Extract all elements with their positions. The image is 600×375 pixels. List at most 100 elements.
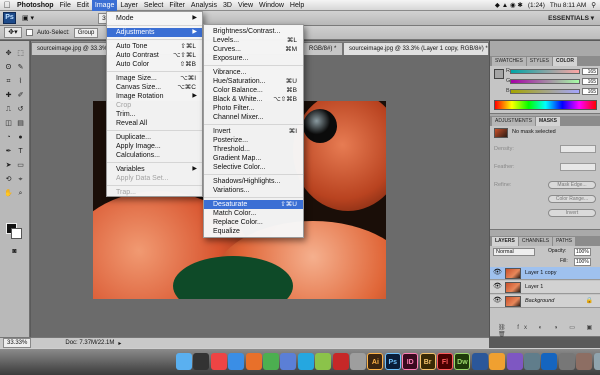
adjustments-item-equalize[interactable]: Equalize — [204, 227, 303, 236]
image-menu-item-canvas-size[interactable]: Canvas Size... ⌥⌘C — [107, 83, 202, 92]
status-zoom[interactable]: 33.33% — [3, 338, 32, 348]
image-menu-item-adjustments[interactable]: Adjustments ▶ — [107, 28, 202, 37]
adjustments-item-gradient-map[interactable]: Gradient Map... — [204, 154, 303, 163]
image-menu-item-mode[interactable]: Mode ▶ — [107, 14, 202, 23]
image-menu-item-apply-image[interactable]: Apply Image... — [107, 142, 202, 151]
adjustments-item-variations[interactable]: Variations... — [204, 186, 303, 195]
layer-row[interactable]: 👁 Layer 1 copy — [490, 267, 600, 280]
quicktime-icon[interactable] — [541, 353, 558, 370]
ichat-icon[interactable] — [315, 353, 332, 370]
opacity-field[interactable]: 100% — [574, 248, 591, 256]
eye-icon[interactable]: 👁 — [493, 283, 502, 291]
finder-icon[interactable] — [176, 353, 192, 370]
layer-actions-bar[interactable]: ⛓ fx ◐ ◑ ▭ ▣ 🗑 — [498, 324, 600, 338]
doc-tab-2[interactable]: RGB/8#) * — [303, 42, 343, 55]
zoom-tool-icon[interactable]: ⌕ — [15, 189, 26, 199]
menu-photoshop[interactable]: Photoshop — [14, 0, 57, 11]
image-menu-item-image-rotation[interactable]: Image Rotation ▶ — [107, 92, 202, 101]
b-value[interactable]: 165 — [582, 88, 598, 95]
dashboard-icon[interactable] — [193, 353, 210, 370]
adjustments-item-curves[interactable]: Curves... ⌘M — [204, 45, 303, 54]
adjustments-item-selective-color[interactable]: Selective Color... — [204, 163, 303, 172]
menu-help[interactable]: Help — [287, 0, 307, 11]
menu-3d[interactable]: 3D — [220, 0, 235, 11]
tab-color[interactable]: COLOR — [552, 57, 578, 66]
auto-select-checkbox[interactable] — [26, 29, 33, 36]
chrome-icon[interactable] — [263, 353, 279, 370]
system-prefs-icon[interactable] — [558, 353, 575, 370]
menu-layer[interactable]: Layer — [117, 0, 141, 11]
image-menu-item-variables[interactable]: Variables ▶ — [107, 165, 202, 174]
layer-row[interactable]: 👁 Background 🔒 — [490, 295, 600, 308]
safari-icon[interactable] — [228, 353, 245, 370]
tab-styles[interactable]: STYLES — [526, 57, 552, 66]
color-fg-swatch[interactable] — [494, 69, 504, 79]
move-tool-preset-icon[interactable]: ✥▾ — [4, 27, 22, 38]
stamp-tool-icon[interactable]: ⎍ — [3, 105, 14, 115]
menu-filter[interactable]: Filter — [166, 0, 188, 11]
move-tool-icon[interactable]: ✥ — [3, 49, 14, 59]
r-slider[interactable] — [510, 69, 580, 74]
blur-tool-icon[interactable]: ◔ — [3, 133, 14, 143]
3d-rotate-tool-icon[interactable]: ⟲ — [3, 175, 14, 185]
menu-image[interactable]: Image — [91, 0, 118, 11]
auto-select-dropdown[interactable]: Group — [73, 27, 99, 38]
image-menu-item-trim[interactable]: Trim... — [107, 110, 202, 119]
network-icon[interactable] — [524, 353, 540, 370]
indesign-icon[interactable]: ID — [402, 353, 419, 370]
quick-mask-icon[interactable]: ◙ — [9, 247, 20, 257]
skype-icon[interactable] — [297, 353, 314, 370]
adjustments-item-match-color[interactable]: Match Color... — [204, 209, 303, 218]
3d-camera-tool-icon[interactable]: ⌖ — [15, 175, 26, 185]
tab-paths[interactable]: PATHS — [553, 237, 575, 246]
eyedropper-tool-icon[interactable]: ⌇ — [15, 77, 26, 87]
adjustments-item-invert[interactable]: Invert ⌘I — [204, 127, 303, 136]
image-menu-item-auto-tone[interactable]: Auto Tone ⇧⌘L — [107, 42, 202, 51]
adjustments-item-vibrance[interactable]: Vibrance... — [204, 68, 303, 77]
feather-field[interactable] — [560, 163, 596, 171]
itunes2-icon[interactable] — [506, 353, 523, 370]
adjustments-item-color-balance[interactable]: Color Balance... ⌘B — [204, 86, 303, 95]
status-arrow-icon[interactable]: ▸ — [118, 340, 121, 347]
adjustments-item-shadows-highlights[interactable]: Shadows/Highlights... — [204, 177, 303, 186]
acrobat-icon[interactable] — [332, 353, 349, 370]
photoshop-icon[interactable]: Ps — [384, 353, 401, 370]
hand-tool-icon[interactable]: ✋ — [3, 189, 14, 199]
lasso-tool-icon[interactable]: ʘ — [3, 63, 14, 73]
color-spectrum-ramp[interactable] — [494, 100, 597, 110]
downloads-icon[interactable] — [576, 353, 593, 370]
apple-menu-icon[interactable]:  — [0, 0, 14, 10]
dodge-tool-icon[interactable]: ● — [15, 133, 26, 143]
image-menu-item-duplicate[interactable]: Duplicate... — [107, 133, 202, 142]
healing-tool-icon[interactable]: ✚ — [3, 91, 14, 101]
pen-tool-icon[interactable]: ✒ — [3, 147, 14, 157]
menu-file[interactable]: File — [57, 0, 74, 11]
adjustments-item-channel-mixer[interactable]: Channel Mixer... — [204, 113, 303, 122]
fill-field[interactable]: 100% — [574, 258, 591, 266]
r-value[interactable]: 165 — [582, 68, 598, 75]
bridge-launch-icon[interactable]: ▣ ▾ — [22, 14, 34, 22]
path-select-tool-icon[interactable]: ➤ — [3, 161, 14, 171]
clock[interactable]: Thu 8:11 AM — [550, 2, 586, 9]
image-menu-item-reveal-all[interactable]: Reveal All — [107, 119, 202, 128]
eye-icon[interactable]: 👁 — [493, 269, 502, 277]
tab-channels[interactable]: CHANNELS — [518, 237, 553, 246]
adjustments-item-levels[interactable]: Levels... ⌘L — [204, 36, 303, 45]
type-tool-icon[interactable]: T — [15, 147, 26, 157]
brush-tool-icon[interactable]: ✐ — [15, 91, 26, 101]
menu-edit[interactable]: Edit — [74, 0, 92, 11]
blend-mode-select[interactable]: Normal — [493, 248, 535, 256]
g-slider[interactable] — [510, 79, 580, 84]
adjustments-item-replace-color[interactable]: Replace Color... — [204, 218, 303, 227]
background-color-swatch[interactable] — [11, 228, 22, 239]
g-value[interactable]: 165 — [582, 78, 598, 85]
color-range-button[interactable]: Color Range... — [548, 195, 596, 203]
layer-row[interactable]: 👁 Layer 1 — [490, 281, 600, 294]
adjustments-item-photo-filter[interactable]: Photo Filter... — [204, 104, 303, 113]
menu-select[interactable]: Select — [141, 0, 166, 11]
image-menu-item-image-size[interactable]: Image Size... ⌥⌘I — [107, 74, 202, 83]
adjustments-item-exposure[interactable]: Exposure... — [204, 54, 303, 63]
tab-layers[interactable]: LAYERS — [492, 237, 518, 246]
history-brush-tool-icon[interactable]: ↺ — [15, 105, 26, 115]
bridge-icon[interactable]: Br — [419, 353, 436, 370]
